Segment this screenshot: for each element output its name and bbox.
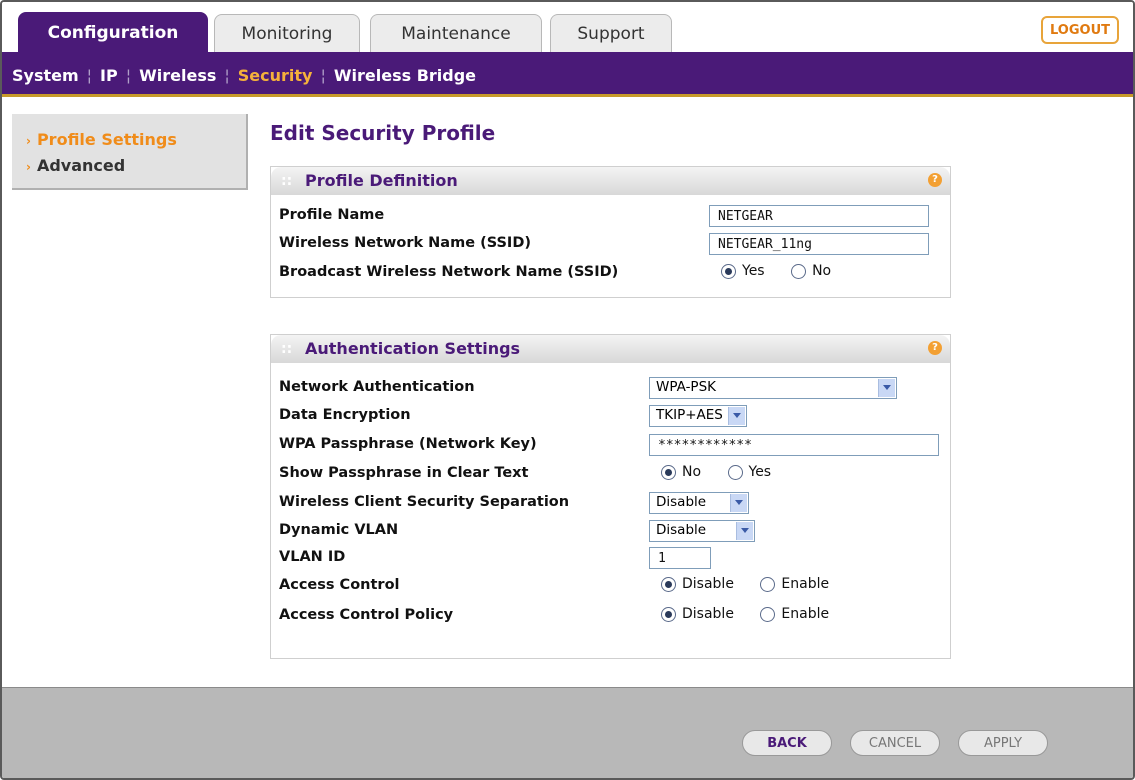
subnav-item-wireless-bridge[interactable]: Wireless Bridge	[334, 66, 476, 85]
action-bar: BACK CANCEL APPLY	[2, 687, 1133, 778]
tab-monitoring[interactable]: Monitoring	[214, 14, 360, 52]
chevron-down-icon	[736, 522, 753, 540]
dynamic-vlan-select[interactable]: Disable	[649, 520, 755, 542]
access-control-policy-radio-group: Disable Enable	[661, 606, 851, 622]
grip-icon: ::	[281, 341, 293, 357]
access-control-enable-radio[interactable]	[760, 576, 776, 592]
radio-label: Yes	[742, 263, 765, 279]
profile-definition-panel: :: Profile Definition ? Profile Name Wir…	[270, 166, 951, 298]
client-separation-select[interactable]: Disable	[649, 492, 749, 514]
passphrase-input[interactable]	[649, 434, 939, 456]
access-policy-enable-radio[interactable]	[760, 606, 776, 622]
panel-title: Profile Definition	[305, 171, 458, 190]
page-title: Edit Security Profile	[270, 121, 496, 145]
grip-icon: ::	[281, 173, 293, 189]
sub-navigation: System ¦ IP ¦ Wireless ¦ Security ¦ Wire…	[2, 52, 1133, 97]
vlan-id-label: VLAN ID	[279, 549, 346, 565]
sidebar-item-profile-settings[interactable]: › Profile Settings	[26, 130, 177, 149]
select-value: Disable	[656, 494, 707, 510]
subnav-separator: ¦	[125, 66, 132, 85]
broadcast-yes-radio[interactable]	[721, 263, 736, 279]
data-encryption-select[interactable]: TKIP+AES	[649, 405, 747, 427]
panel-header: :: Profile Definition ?	[271, 167, 950, 195]
sidebar-item-label: Advanced	[36, 156, 126, 175]
show-passphrase-yes-radio[interactable]	[727, 464, 743, 480]
ssid-input[interactable]	[709, 233, 929, 255]
subnav-item-ip[interactable]: IP	[100, 66, 118, 85]
broadcast-no-radio[interactable]	[791, 263, 807, 279]
ssid-label: Wireless Network Name (SSID)	[279, 235, 531, 251]
router-admin-window: Configuration Monitoring Maintenance Sup…	[0, 0, 1135, 780]
panel-header: :: Authentication Settings ?	[271, 335, 950, 363]
client-separation-label: Wireless Client Security Separation	[279, 494, 570, 510]
show-passphrase-radio-group: No Yes	[661, 464, 793, 480]
tab-support[interactable]: Support	[550, 14, 672, 52]
select-value: TKIP+AES	[656, 407, 723, 423]
chevron-right-icon: ›	[26, 160, 31, 174]
chevron-right-icon: ›	[26, 134, 31, 148]
access-control-radio-group: Disable Enable	[661, 576, 851, 592]
authentication-settings-panel: :: Authentication Settings ? Network Aut…	[270, 334, 951, 659]
network-auth-label: Network Authentication	[279, 379, 475, 395]
show-passphrase-no-radio[interactable]	[661, 464, 676, 480]
radio-label: Enable	[781, 606, 830, 622]
chevron-down-icon	[878, 379, 895, 397]
radio-label: Yes	[748, 464, 772, 480]
broadcast-ssid-radio-group: Yes No	[721, 263, 853, 279]
side-menu: › Profile Settings › Advanced	[12, 114, 248, 190]
broadcast-ssid-label: Broadcast Wireless Network Name (SSID)	[279, 264, 619, 280]
select-value: Disable	[656, 522, 707, 538]
main-content: › Profile Settings › Advanced Edit Securit…	[2, 97, 1133, 687]
subnav-separator: ¦	[86, 66, 93, 85]
profile-name-input[interactable]	[709, 205, 929, 227]
data-encryption-label: Data Encryption	[279, 407, 411, 423]
subnav-item-wireless[interactable]: Wireless	[139, 66, 216, 85]
subnav-separator: ¦	[224, 66, 230, 85]
profile-name-label: Profile Name	[279, 207, 385, 223]
tab-maintenance[interactable]: Maintenance	[370, 14, 542, 52]
sidebar-item-label: Profile Settings	[36, 130, 177, 149]
radio-label: Disable	[682, 576, 734, 592]
radio-label: Disable	[682, 606, 734, 622]
access-control-policy-label: Access Control Policy	[279, 607, 454, 623]
help-icon[interactable]: ?	[928, 173, 942, 187]
logout-button[interactable]: LOGOUT	[1041, 16, 1119, 44]
tab-configuration[interactable]: Configuration	[18, 12, 208, 52]
cancel-button[interactable]: CANCEL	[850, 730, 940, 756]
main-tab-strip: Configuration Monitoring Maintenance Sup…	[2, 2, 1133, 52]
dynamic-vlan-label: Dynamic VLAN	[279, 522, 399, 538]
passphrase-label: WPA Passphrase (Network Key)	[279, 436, 537, 452]
subnav-separator: ¦	[320, 66, 326, 85]
radio-label: Enable	[781, 576, 830, 592]
access-control-label: Access Control	[279, 577, 400, 593]
back-button[interactable]: BACK	[742, 730, 832, 756]
panel-title: Authentication Settings	[305, 339, 521, 358]
network-auth-select[interactable]: WPA-PSK	[649, 377, 897, 399]
chevron-down-icon	[730, 494, 747, 512]
access-control-disable-radio[interactable]	[661, 576, 676, 592]
subnav-item-security[interactable]: Security	[238, 66, 313, 85]
radio-label: No	[682, 464, 702, 480]
select-value: WPA-PSK	[656, 379, 716, 395]
subnav-item-system[interactable]: System	[12, 66, 79, 85]
vlan-id-input[interactable]	[649, 547, 711, 569]
apply-button[interactable]: APPLY	[958, 730, 1048, 756]
sidebar-item-advanced[interactable]: › Advanced	[26, 156, 125, 175]
show-passphrase-label: Show Passphrase in Clear Text	[279, 465, 529, 481]
chevron-down-icon	[728, 407, 745, 425]
help-icon[interactable]: ?	[928, 341, 942, 355]
access-policy-disable-radio[interactable]	[661, 606, 676, 622]
radio-label: No	[812, 263, 832, 279]
